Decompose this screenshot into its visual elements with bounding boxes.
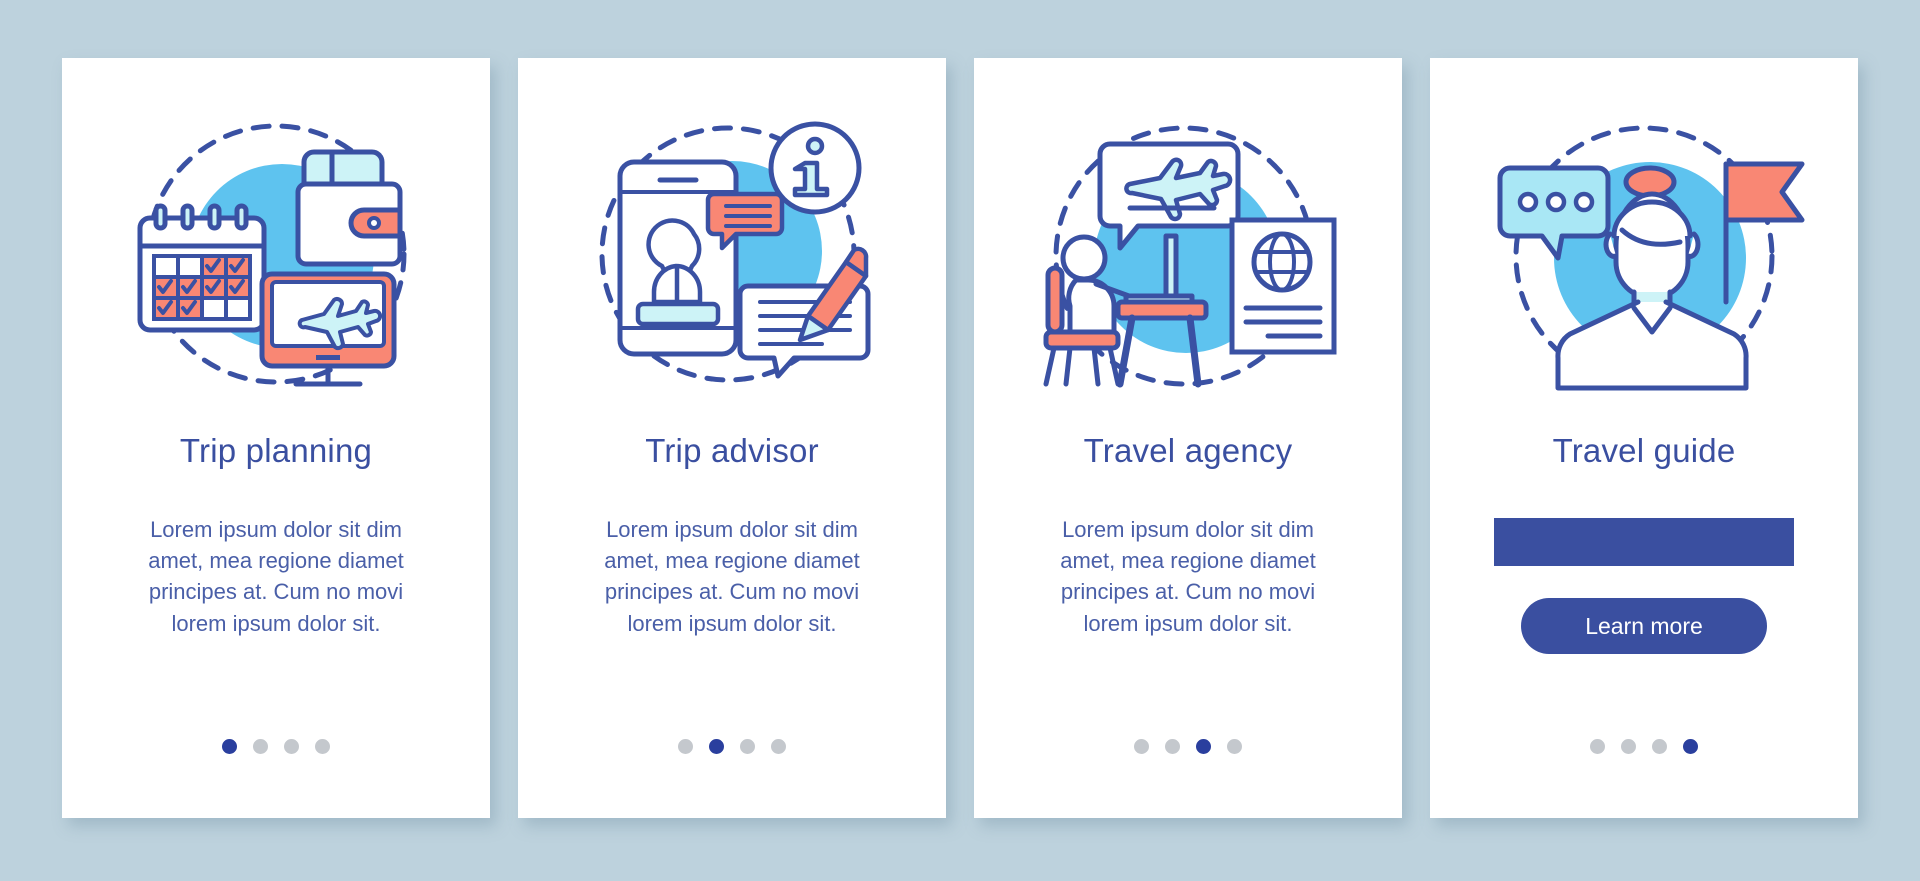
pagination-dot-3[interactable] — [740, 739, 755, 754]
agent-desk-passport-icon — [1018, 106, 1358, 406]
pagination-dot-2[interactable] — [253, 739, 268, 754]
content-placeholder-bar — [1494, 518, 1794, 566]
onboarding-card-trip-planning[interactable]: Trip planning Lorem ipsum dolor sit dim … — [62, 58, 490, 818]
pagination-dots[interactable] — [1430, 739, 1858, 754]
pagination-dot-2[interactable] — [709, 739, 724, 754]
pagination-dot-1[interactable] — [678, 739, 693, 754]
pagination-dot-1[interactable] — [222, 739, 237, 754]
card-title: Travel guide — [1552, 432, 1736, 469]
onboarding-card-travel-guide[interactable]: Travel guide Learn more — [1430, 58, 1858, 818]
pagination-dot-4[interactable] — [771, 739, 786, 754]
card-title: Travel agency — [1083, 432, 1293, 469]
pagination-dot-4[interactable] — [1683, 739, 1698, 754]
onboarding-screens-row: Trip planning Lorem ipsum dolor sit dim … — [62, 0, 1858, 818]
pagination-dot-2[interactable] — [1165, 739, 1180, 754]
card-description: Lorem ipsum dolor sit dim amet, mea regi… — [148, 517, 404, 636]
calendar-wallet-monitor-icon — [106, 106, 446, 406]
card-title: Trip planning — [179, 432, 373, 469]
pagination-dot-4[interactable] — [1227, 739, 1242, 754]
card-title: Trip advisor — [645, 432, 819, 469]
smartphone-info-notepad-icon — [562, 106, 902, 406]
card-description: Lorem ipsum dolor sit dim amet, mea regi… — [1060, 517, 1316, 636]
pagination-dots[interactable] — [974, 739, 1402, 754]
pagination-dot-3[interactable] — [1652, 739, 1667, 754]
pagination-dot-2[interactable] — [1621, 739, 1636, 754]
pagination-dots[interactable] — [62, 739, 490, 754]
pagination-dot-1[interactable] — [1134, 739, 1149, 754]
learn-more-button[interactable]: Learn more — [1521, 598, 1767, 654]
guide-person-flag-icon — [1474, 106, 1814, 406]
onboarding-card-travel-agency[interactable]: Travel agency Lorem ipsum dolor sit dim … — [974, 58, 1402, 818]
pagination-dots[interactable] — [518, 739, 946, 754]
pagination-dot-3[interactable] — [284, 739, 299, 754]
card-description: Lorem ipsum dolor sit dim amet, mea regi… — [604, 517, 860, 636]
pagination-dot-1[interactable] — [1590, 739, 1605, 754]
onboarding-card-trip-advisor[interactable]: Trip advisor Lorem ipsum dolor sit dim a… — [518, 58, 946, 818]
pagination-dot-3[interactable] — [1196, 739, 1211, 754]
pagination-dot-4[interactable] — [315, 739, 330, 754]
